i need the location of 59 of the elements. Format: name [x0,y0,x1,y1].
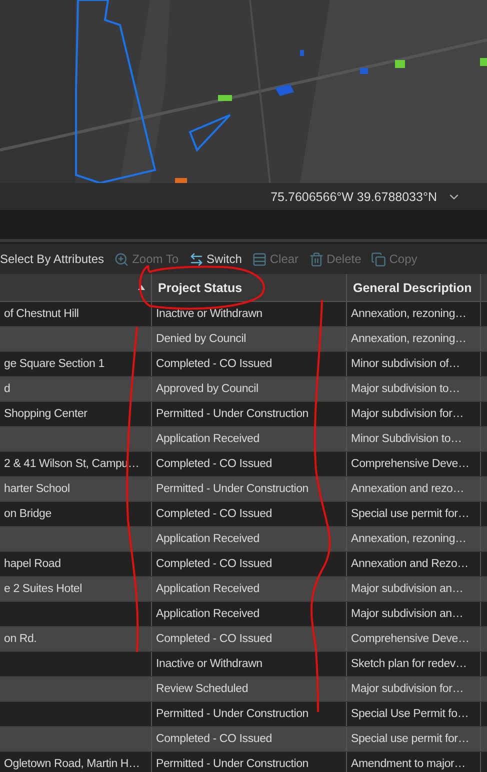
table-cell: Denied by Council [156,333,246,345]
table-cell: of Chestnut Hill [4,308,79,320]
table-cell: Inactive or Withdrawn [156,308,262,320]
table-cell: Comprehensive Deve… [351,458,470,470]
table-cell: Completed - CO Issued [156,733,272,745]
zoom-icon [114,252,130,266]
table-cell: d [4,383,10,395]
table-cell: Annexation and rezo… [351,483,464,495]
table-cell: Shopping Center [4,408,88,420]
table-cell: Annexation, rezoning… [351,533,466,545]
table-cell: Annexation and Rezo… [351,558,468,570]
table-cell: Major subdivision an… [351,583,464,595]
table-cell: Annexation, rezoning… [351,333,466,345]
table-cell: Completed - CO Issued [156,358,272,370]
table-cell: harter School [4,483,70,495]
table-cell: Major subdivision for… [351,408,464,420]
trash-icon [308,252,324,266]
table-cell: Inactive or Withdrawn [156,658,262,670]
table-cell: Special use permit for… [351,733,470,745]
table-cell: ge Square Section 1 [4,358,104,370]
table-cell: Minor Subdivision to… [351,433,462,445]
table-cell: on Bridge [4,508,52,520]
table-cell: Completed - CO Issued [156,558,272,570]
table-cell: Major subdivision an… [351,608,464,620]
table-cell: Ogletown Road, Martin H… [4,758,140,770]
toolbar-button[interactable]: Select By Attributes [0,252,106,266]
table-cell: Application Received [156,433,260,445]
table-cell: Sketch plan for redev… [351,658,467,670]
table-cell: Approved by Council [156,383,258,395]
table-cell: Amendment to major… [351,758,466,770]
table-cell: Completed - CO Issued [156,633,272,645]
table-cell: on Rd. [4,633,37,645]
table-cell: Comprehensive Deve… [351,633,470,645]
table-cell: Permitted - Under Construction [156,483,309,495]
sort-arrow-icon [138,285,145,290]
toolbar-button[interactable]: Switch [186,252,244,266]
table-cell: hapel Road [4,558,61,570]
table-cell: Permitted - Under Construction [156,758,309,770]
switch-icon [188,252,204,266]
coordinates: 75.7606566°W 39.6788033°N [270,190,437,204]
column-header[interactable]: Project Status [152,274,347,301]
table-cell: Application Received [156,608,260,620]
table-cell: e 2 Suites Hotel [4,583,82,595]
table-cell: Minor subdivision of… [351,358,460,370]
table-cell: Review Scheduled [156,683,248,695]
table-cell: Special Use Permit fo… [351,708,469,720]
table-cell: Permitted - Under Construction [156,408,309,420]
copy-icon [371,252,386,266]
table-cell: Special use permit for… [351,508,470,520]
table-cell: Annexation, rezoning… [351,308,466,320]
table-cell: Completed - CO Issued [156,508,272,520]
table-cell: Permitted - Under Construction [156,708,309,720]
table-cell: Major subdivision to… [351,383,460,395]
table-cell: Major subdivision for… [351,683,464,695]
rows-icon [252,252,267,266]
column-header[interactable]: General Description [347,274,481,301]
table-cell: Completed - CO Issued [156,458,272,470]
table-cell: Application Received [156,533,260,545]
table-cell: Application Received [156,583,260,595]
